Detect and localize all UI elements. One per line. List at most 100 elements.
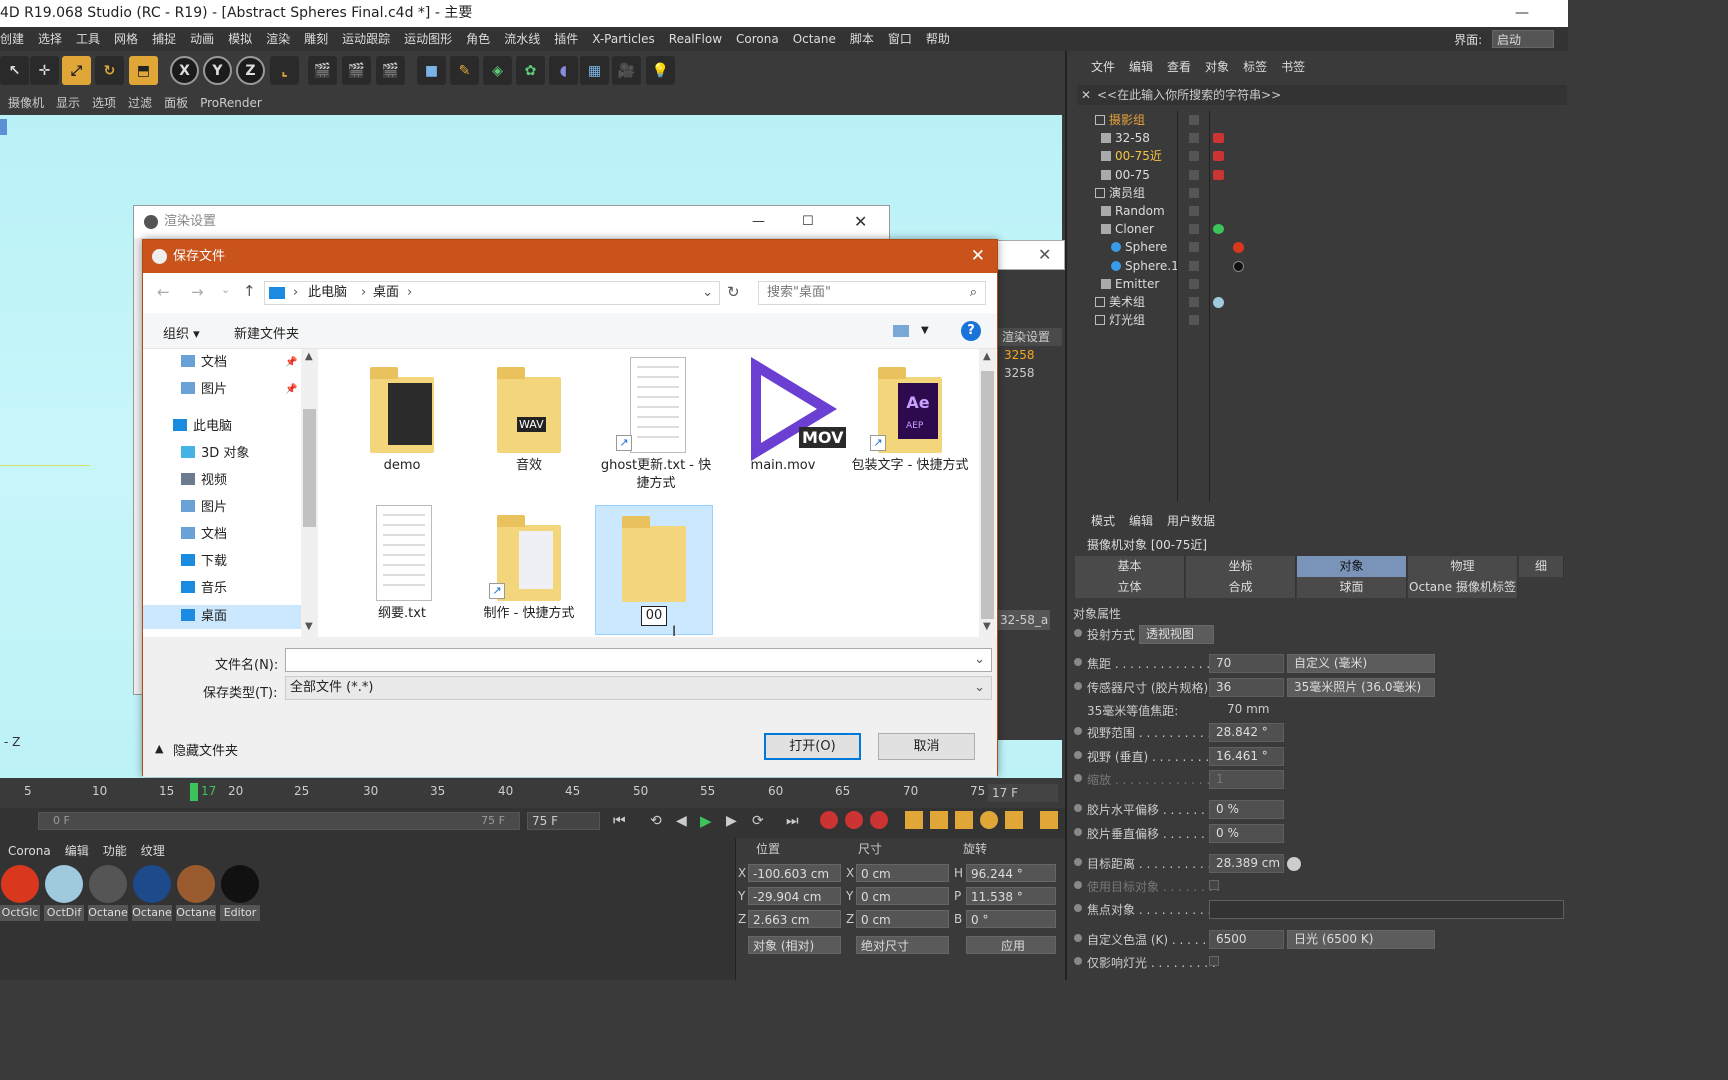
object-row[interactable]: 灯光组 [1077, 311, 1567, 329]
background-dialog-close[interactable]: ✕ [1038, 245, 1051, 264]
nav-item[interactable]: 文档 [143, 523, 301, 547]
scroll-thumb[interactable] [981, 371, 994, 619]
key-param-icon[interactable] [980, 811, 998, 829]
file-item[interactable]: WAV 音效 [470, 357, 588, 475]
playhead[interactable] [190, 783, 198, 801]
property-field[interactable]: 36 [1209, 678, 1284, 697]
menu-item[interactable]: 网格 [114, 27, 138, 51]
refresh-icon[interactable]: ↻ [727, 283, 740, 301]
up-arrow-icon[interactable]: ↑ [243, 282, 256, 300]
render-setting-item[interactable]: 3258 [1004, 366, 1035, 380]
material-swatch[interactable]: Octane [88, 865, 128, 922]
attribute-tab[interactable]: 坐标 [1186, 556, 1296, 577]
render-settings-close[interactable]: ✕ [854, 206, 867, 238]
select-tool-icon[interactable]: ↖ [0, 56, 29, 85]
object-name[interactable]: 32-58 [1115, 129, 1150, 147]
forward-arrow-icon[interactable]: → [191, 283, 204, 301]
object-name[interactable]: Cloner [1115, 220, 1154, 238]
attribute-tab[interactable]: 合成 [1186, 577, 1296, 598]
cube-icon[interactable]: ■ [417, 56, 446, 85]
object-menu-item[interactable]: 查看 [1167, 51, 1191, 83]
nav-item[interactable]: 文档 📌 [143, 351, 301, 375]
projection-select[interactable]: 透视视图 [1139, 625, 1214, 644]
organize-button[interactable]: 组织 ▾ [163, 323, 200, 342]
viewport-menu-item[interactable]: ProRender [200, 91, 262, 115]
position-field[interactable]: -29.904 cm [748, 887, 841, 905]
checkbox[interactable] [1209, 880, 1219, 890]
new-folder-button[interactable]: 新建文件夹 [234, 323, 299, 342]
subdivision-icon[interactable]: ◈ [483, 56, 512, 85]
chevron-down-icon[interactable]: ⌄ [702, 282, 713, 304]
camera-tag-icon[interactable] [1213, 169, 1224, 180]
deformer-icon[interactable]: ◖ [549, 56, 578, 85]
material-menu-item[interactable]: 编辑 [65, 842, 89, 859]
file-name[interactable]: 00 [640, 606, 668, 626]
cloner-icon[interactable]: ✿ [516, 56, 545, 85]
attribute-tab[interactable]: 基本 [1075, 556, 1185, 577]
rotate-tool-icon[interactable]: ↻ [95, 56, 124, 85]
property-dropdown[interactable]: 自定义 (毫米) [1287, 654, 1435, 673]
camera-icon[interactable]: 🎥 [612, 56, 641, 85]
minimize-button[interactable]: — [1515, 0, 1529, 27]
viewport-menu-item[interactable]: 摄像机 [8, 91, 44, 115]
property-field[interactable]: 16.461 ° [1209, 747, 1284, 766]
size-field[interactable]: 0 cm [856, 887, 949, 905]
file-item[interactable]: MOV main.mov [724, 357, 847, 475]
object-row[interactable]: 摄影组 [1077, 111, 1567, 129]
menu-item[interactable]: 运动图形 [404, 27, 452, 51]
material-swatch[interactable]: Octane [132, 865, 172, 922]
menu-item[interactable]: RealFlow [669, 27, 722, 51]
next-key-icon[interactable]: ⟳ [752, 813, 764, 829]
nav-item[interactable]: 桌面 [143, 605, 301, 629]
key-scale-icon[interactable] [930, 811, 948, 829]
files-scrollbar[interactable]: ▲ ▼ [979, 349, 996, 637]
menu-item[interactable]: 帮助 [926, 27, 950, 51]
z-axis-lock[interactable]: Z [236, 56, 265, 85]
menu-item[interactable]: Octane [793, 27, 836, 51]
chevron-down-icon[interactable]: ▼ [921, 325, 929, 336]
apply-button[interactable]: 应用 [966, 936, 1056, 954]
object-row[interactable]: Emitter [1077, 275, 1567, 293]
menu-item[interactable]: 捕捉 [152, 27, 176, 51]
property-field[interactable]: 1 [1209, 770, 1284, 789]
material-menu-item[interactable]: Corona [8, 844, 51, 858]
render-settings-maximize[interactable]: ☐ [802, 206, 814, 238]
play-icon[interactable]: ▶ [700, 812, 712, 830]
render-setting-item[interactable]: 3258 [1004, 348, 1035, 362]
object-row[interactable]: 美术组 [1077, 293, 1567, 311]
render-settings-side-field[interactable]: 32-58_a [998, 610, 1050, 630]
property-field[interactable]: 28.842 ° [1209, 723, 1284, 742]
viewport-menu-item[interactable]: 过滤 [128, 91, 152, 115]
help-icon[interactable]: ? [961, 321, 981, 341]
property-dropdown[interactable]: 日光 (6500 K) [1287, 930, 1435, 949]
scroll-up-icon[interactable]: ▲ [983, 351, 991, 362]
position-field[interactable]: 2.663 cm [748, 910, 841, 928]
file-item[interactable]: demo [343, 357, 461, 475]
property-field[interactable]: 6500 [1209, 930, 1284, 949]
material-swatch[interactable]: Octane [176, 865, 216, 922]
object-menu-item[interactable]: 编辑 [1129, 51, 1153, 83]
chevron-down-icon[interactable]: ⌄ [974, 649, 985, 671]
scroll-down-icon[interactable]: ▼ [305, 621, 313, 632]
move-tool-icon[interactable]: ✛ [30, 56, 59, 85]
menu-item[interactable]: 流水线 [504, 27, 540, 51]
size-field[interactable]: 0 cm [856, 910, 949, 928]
attribute-tab[interactable]: 球面 [1297, 577, 1407, 598]
object-row[interactable]: Sphere [1077, 238, 1567, 256]
object-row[interactable]: Cloner [1077, 220, 1567, 238]
file-item[interactable]: 纲要.txt [343, 505, 461, 623]
property-field[interactable]: 0 % [1209, 824, 1284, 843]
menu-item[interactable]: 选择 [38, 27, 62, 51]
current-frame-field[interactable]: 17 F [988, 784, 1058, 802]
menu-item[interactable]: 雕刻 [304, 27, 328, 51]
layout-select[interactable]: 启动 [1492, 30, 1554, 48]
object-name[interactable]: 摄影组 [1109, 111, 1145, 129]
breadcrumb[interactable]: › 此电脑 › 桌面 › ⌄ [264, 281, 720, 305]
object-name[interactable]: 美术组 [1109, 293, 1145, 311]
material-menu-item[interactable]: 功能 [103, 842, 127, 859]
rotation-field[interactable]: 0 ° [966, 910, 1056, 928]
object-name[interactable]: Sphere [1125, 238, 1167, 256]
breadcrumb-this-pc[interactable]: 此电脑 [308, 282, 347, 304]
object-name[interactable]: 00-75近 [1115, 147, 1162, 165]
render-view-icon[interactable]: 🎬 [308, 56, 337, 85]
